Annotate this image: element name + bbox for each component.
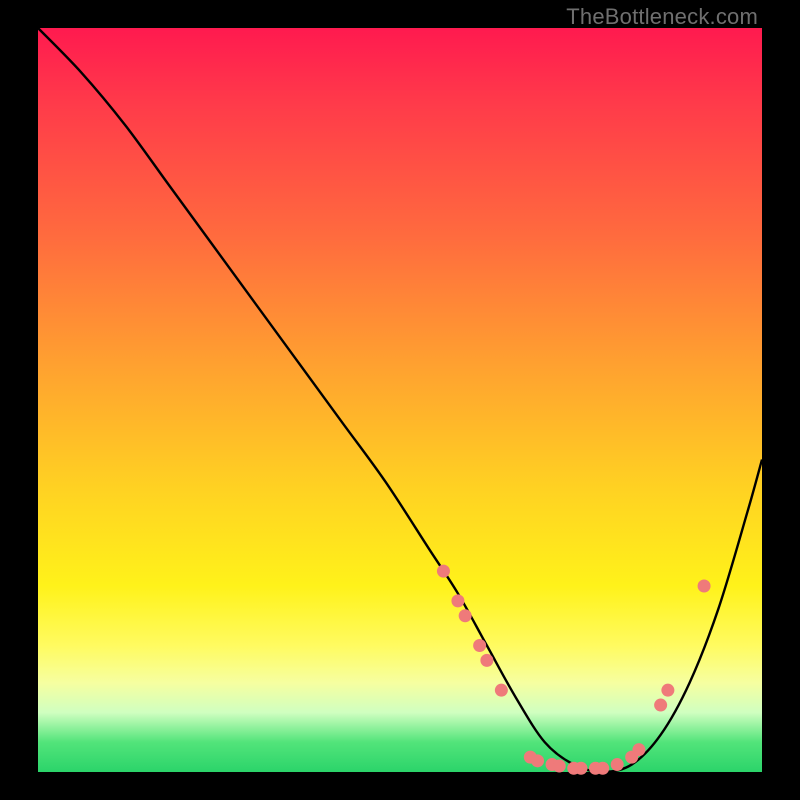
plot-area xyxy=(38,28,762,772)
marker-dot xyxy=(459,609,472,622)
highlight-dots xyxy=(437,565,711,775)
marker-dot xyxy=(531,754,544,767)
marker-dot xyxy=(611,758,624,771)
marker-dot xyxy=(661,684,674,697)
chart-frame: TheBottleneck.com xyxy=(0,0,800,800)
bottleneck-curve xyxy=(38,28,762,772)
marker-dot xyxy=(437,565,450,578)
marker-dot xyxy=(451,594,464,607)
marker-dot xyxy=(698,580,711,593)
marker-dot xyxy=(480,654,493,667)
marker-dot xyxy=(553,760,566,773)
watermark-text: TheBottleneck.com xyxy=(566,4,758,30)
marker-dot xyxy=(596,762,609,775)
marker-dot xyxy=(654,699,667,712)
marker-dot xyxy=(473,639,486,652)
marker-dot xyxy=(495,684,508,697)
marker-dot xyxy=(632,743,645,756)
marker-dot xyxy=(575,762,588,775)
curve-svg xyxy=(38,28,762,772)
